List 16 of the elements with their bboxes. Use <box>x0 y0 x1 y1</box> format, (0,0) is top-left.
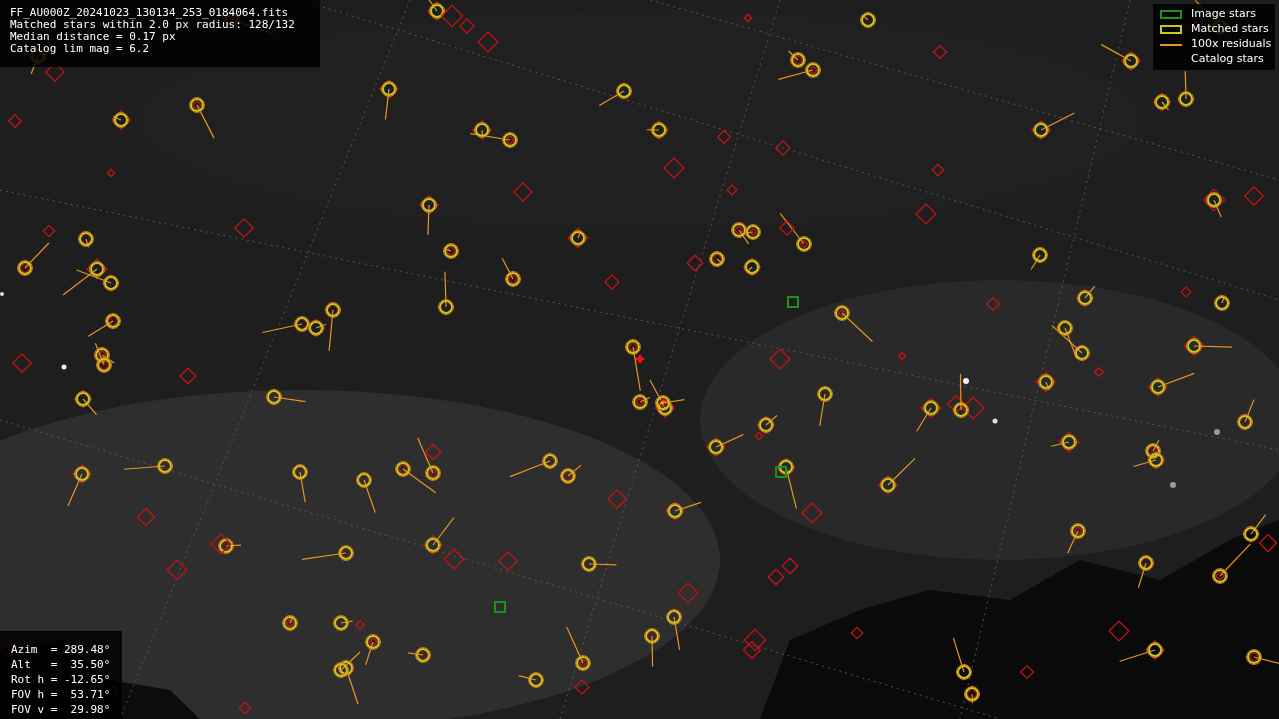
pointing-text: FOV h = 53.71° <box>11 687 112 702</box>
pointing-text: Rot h = -12.65° <box>11 672 112 687</box>
info-text: Catalog lim mag = 6.2 <box>10 43 151 55</box>
pointing-text: Alt = 35.50° <box>11 657 112 672</box>
residual-line-swatch-icon <box>1160 43 1182 46</box>
pointing-text: Azim = 289.48° <box>11 642 112 657</box>
pointing-text: FOV v = 29.98° <box>11 702 112 717</box>
legend-label: Image stars <box>1191 6 1256 23</box>
matched-star-swatch-icon <box>1160 25 1182 34</box>
legend-label: Catalog stars <box>1191 51 1264 68</box>
info-text: FF_AU000Z_20241023_130134_253_0184064.fits <box>10 7 290 19</box>
image-star-swatch-icon <box>1160 10 1182 19</box>
info-text: Median distance = 0.17 px <box>10 31 177 43</box>
legend-label: 100x residuals <box>1191 36 1272 53</box>
info-text: Matched stars within 2.0 px radius: 128/132 <box>10 19 296 31</box>
legend-label: Matched stars <box>1191 21 1269 38</box>
